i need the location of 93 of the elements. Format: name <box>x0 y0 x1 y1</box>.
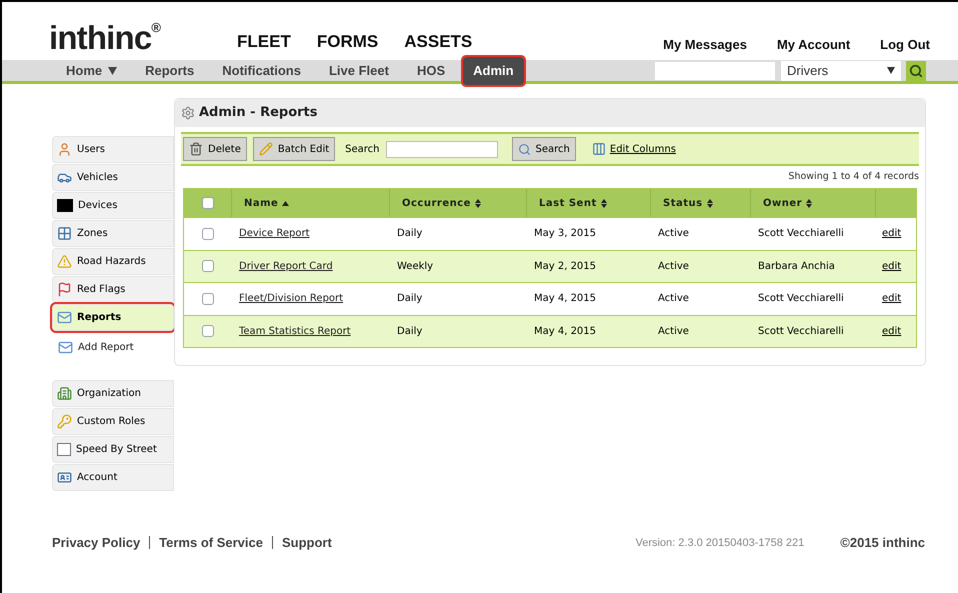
sidebar-item[interactable]: Devices <box>52 192 174 219</box>
device-icon <box>57 199 73 212</box>
sidebar-item[interactable]: Account <box>52 464 174 491</box>
mail-icon <box>57 310 72 325</box>
nav-tab[interactable]: Notifications <box>212 56 311 84</box>
checkbox[interactable] <box>202 260 214 272</box>
table-cell: Scott Vecchiarelli <box>758 228 844 240</box>
search-button[interactable] <box>906 60 926 80</box>
search-button[interactable]: Search <box>512 137 576 161</box>
top-nav-link[interactable]: FLEET <box>237 28 291 54</box>
search-icon <box>518 142 531 156</box>
sidebar-item[interactable]: Organization <box>52 380 174 407</box>
nav-tab[interactable]: Home <box>56 56 128 84</box>
footer-link[interactable]: Privacy Policy <box>52 533 140 552</box>
version-text: Version: 2.3.0 20150403-1758 221 <box>635 536 804 551</box>
search-field[interactable] <box>386 140 498 158</box>
key-icon <box>57 414 72 429</box>
dropdown-icon <box>887 67 895 74</box>
zones-icon <box>57 226 72 241</box>
table-cell: Active <box>658 260 689 272</box>
panel-title: Admin - Reports <box>199 104 318 122</box>
table-cell: May 2, 2015 <box>534 260 596 272</box>
table-cell: Active <box>658 326 689 337</box>
global-search-field[interactable] <box>654 60 776 80</box>
id-card-icon <box>57 470 72 485</box>
sidebar-item[interactable]: Users <box>52 136 174 163</box>
checkbox[interactable] <box>202 197 214 209</box>
building-icon <box>57 386 72 401</box>
edit-link[interactable]: edit <box>882 326 902 337</box>
sidebar-item[interactable]: Road Hazards <box>52 248 174 275</box>
edit-link[interactable]: edit <box>882 260 902 272</box>
edit-columns-link[interactable]: Edit Columns <box>592 142 676 156</box>
table-cell: Daily <box>397 293 422 304</box>
sidebar-item[interactable]: Speed By Street <box>52 436 174 463</box>
sidebar-item[interactable]: Reports <box>52 304 174 331</box>
table-cell: Scott Vecchiarelli <box>758 293 844 304</box>
records-summary: Showing 1 to 4 of 4 records <box>788 170 919 184</box>
table-cell: May 3, 2015 <box>534 228 596 240</box>
add-report-link[interactable]: Add Report <box>52 332 174 362</box>
table-cell: Active <box>658 293 689 304</box>
columns-icon <box>592 142 606 156</box>
flag-icon <box>57 282 72 297</box>
copyright-text: ©2015 inthinc <box>840 534 925 552</box>
trash-icon <box>189 142 203 156</box>
nav-tab[interactable]: HOS <box>406 56 456 84</box>
checkbox[interactable] <box>202 325 214 338</box>
table-cell: Barbara Anchia <box>758 260 835 272</box>
table-cell: Weekly <box>397 260 434 272</box>
footer-link[interactable]: Terms of Service <box>159 533 263 552</box>
top-nav-link[interactable]: ASSETS <box>404 28 472 54</box>
mail-icon <box>58 340 73 354</box>
nav-tab[interactable]: Admin <box>463 56 524 84</box>
table-cell: Scott Vecchiarelli <box>758 326 844 337</box>
footer-link[interactable]: Support <box>282 533 332 552</box>
warning-icon <box>57 254 72 269</box>
pencil-icon <box>258 142 273 156</box>
column-header[interactable]: Owner <box>763 196 802 210</box>
search-label: Search <box>345 142 380 156</box>
registered-mark: ® <box>151 21 161 34</box>
sidebar-item[interactable]: Zones <box>52 220 174 247</box>
sidebar-item[interactable]: Red Flags <box>52 276 174 303</box>
table-cell: Daily <box>397 228 422 240</box>
report-link[interactable]: Device Report <box>239 228 310 240</box>
account-link[interactable]: My Account <box>776 34 850 54</box>
gear-icon <box>181 106 195 120</box>
person-icon <box>57 142 72 157</box>
sidebar-item[interactable]: Vehicles <box>52 164 174 191</box>
nav-tab[interactable]: Live Fleet <box>318 56 399 84</box>
report-link[interactable]: Driver Report Card <box>239 260 333 272</box>
edit-link[interactable]: edit <box>882 293 902 304</box>
account-link[interactable]: My Messages <box>663 34 747 54</box>
scope-select[interactable]: Drivers <box>781 60 901 80</box>
search-icon <box>909 64 923 78</box>
column-header[interactable]: Status <box>663 196 703 210</box>
logo[interactable]: inthinc <box>49 21 152 54</box>
top-nav-link[interactable]: FORMS <box>316 28 378 54</box>
table-cell: Active <box>658 228 689 240</box>
table-cell: May 4, 2015 <box>534 293 596 304</box>
report-link[interactable]: Fleet/Division Report <box>239 293 344 304</box>
table-cell: Daily <box>397 326 422 337</box>
checkbox[interactable] <box>202 228 214 240</box>
edit-link[interactable]: edit <box>882 228 902 240</box>
column-header[interactable]: Name <box>244 196 278 210</box>
sidebar-item[interactable]: Custom Roles <box>52 408 174 435</box>
report-link[interactable]: Team Statistics Report <box>239 326 351 337</box>
column-header[interactable]: Occurrence <box>402 196 471 210</box>
table-cell: May 4, 2015 <box>534 326 596 337</box>
column-header[interactable]: Last Sent <box>539 196 597 210</box>
batch-edit-button[interactable]: Batch Edit <box>252 137 336 161</box>
nav-tab[interactable]: Reports <box>135 56 204 84</box>
delete-button[interactable]: Delete <box>183 137 247 161</box>
account-link[interactable]: Log Out <box>880 34 930 54</box>
checkbox[interactable] <box>202 292 214 305</box>
